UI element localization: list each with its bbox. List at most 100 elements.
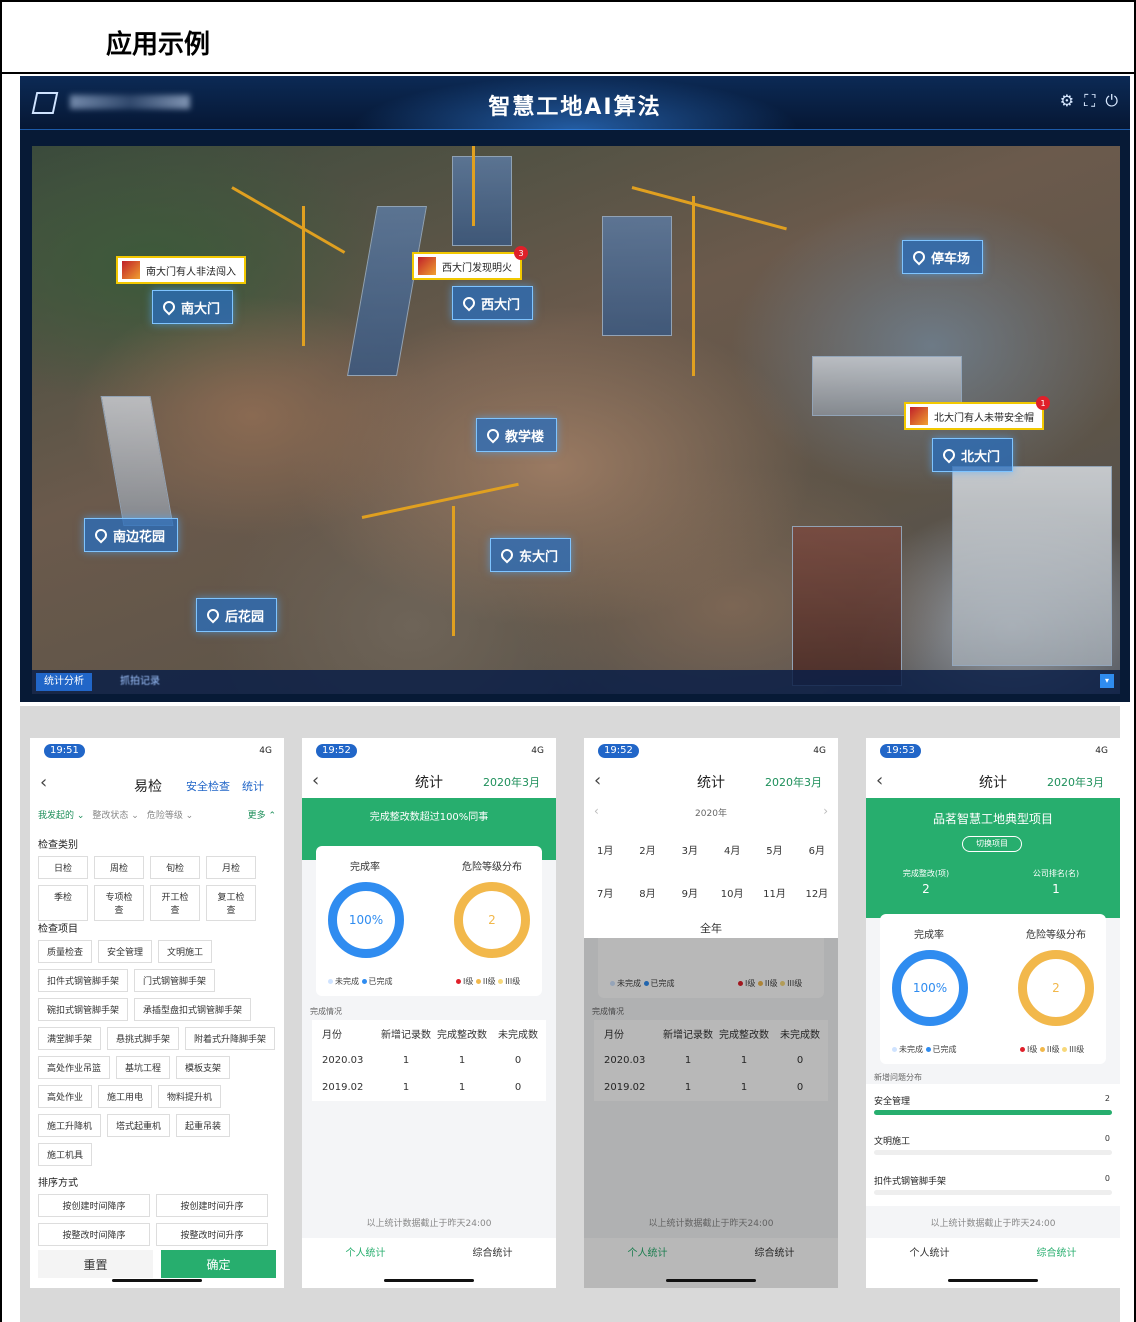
chip[interactable]: 安全管理 [98,940,153,963]
alert-popup[interactable]: 北大门有人未带安全帽 1 [904,396,1050,430]
logout-icon[interactable]: ⏻ [1105,92,1118,110]
location-pin[interactable]: 停车场 [902,240,984,274]
project-name: 品茗智慧工地典型项目 [932,812,1053,826]
chip[interactable]: 专项检查 [94,885,144,921]
progress-bar [874,1110,1112,1115]
section-completion: 完成情况 [310,1007,342,1016]
rate-label: 完成率 [914,930,944,941]
building [952,466,1112,666]
building [792,526,902,686]
pin-icon [940,446,958,464]
chip[interactable]: 塔式起重机 [107,1114,171,1137]
pin-label: 南边花园 [113,529,166,545]
chip[interactable]: 基坑工程 [116,1056,171,1079]
tab-captures[interactable]: 抓拍记录 [112,673,168,691]
month-cell[interactable]: 9月 [669,885,711,900]
location-pin[interactable]: 东大门 [490,538,572,572]
chip[interactable]: 高处作业 [38,1085,93,1108]
filter-status[interactable]: 整改状态 ⌄ [92,808,138,821]
chip[interactable]: 旬检 [150,856,200,879]
chip[interactable]: 扣件式钢管脚手架 [38,969,129,992]
location-pin[interactable]: 西大门 [452,286,534,320]
filter-initiated[interactable]: 我发起的 ⌄ [38,808,84,821]
section-distribution: 新增问题分布 [874,1073,922,1082]
chip[interactable]: 按创建时间升序 [156,1194,268,1217]
expand-icon[interactable]: ▾ [1100,674,1114,688]
chip[interactable]: 日检 [38,856,88,879]
chip[interactable]: 高处作业吊篮 [38,1056,111,1079]
month-picker[interactable]: 2020年3月 [1047,774,1104,790]
month-cell[interactable]: 10月 [711,885,753,900]
chip[interactable]: 施工升降机 [38,1114,102,1137]
month-cell[interactable]: 1月 [584,842,626,857]
chip[interactable]: 碗扣式钢管脚手架 [38,998,129,1021]
tab-stats[interactable]: 统计 [242,778,264,794]
chip[interactable]: 施工用电 [98,1085,153,1108]
month-cell[interactable]: 4月 [711,842,753,857]
dist-label: 危险等级分布 [1026,930,1086,941]
building [602,216,672,336]
chip[interactable]: 附着式升降脚手架 [185,1027,276,1050]
chip[interactable]: 按整改时间升序 [156,1223,268,1246]
bar-value: 2 [1104,1094,1110,1103]
chip[interactable]: 承插型盘扣式钢管脚手架 [134,998,252,1021]
all-year-option[interactable]: 全年 [584,920,838,936]
fullscreen-icon[interactable]: ⛶ [1084,92,1095,110]
chip[interactable]: 文明施工 [158,940,213,963]
building [100,396,174,526]
location-pin[interactable]: 后花园 [196,598,278,632]
section-items: 检查项目 [38,924,78,935]
filter-more[interactable]: 更多 ⌃ [248,808,276,821]
location-pin[interactable]: 教学楼 [476,418,558,452]
crane [692,196,695,376]
chip[interactable]: 季检 [38,885,88,921]
chip[interactable]: 按整改时间降序 [38,1223,150,1246]
tab-safety-check[interactable]: 安全检查 [186,778,230,794]
chip[interactable]: 门式钢管脚手架 [134,969,216,992]
month-cell[interactable]: 5月 [753,842,795,857]
settings-icon[interactable]: ⚙ [1060,92,1074,110]
month-picker[interactable]: 2020年3月 [765,774,822,790]
chip[interactable]: 满堂脚手架 [38,1027,102,1050]
month-cell[interactable]: 12月 [796,885,838,900]
sort-chips: 按创建时间降序 按创建时间升序 按整改时间降序 按整改时间升序 [38,1194,276,1246]
pin-icon [460,294,478,312]
tab-statistics[interactable]: 统计分析 [36,673,92,691]
chip[interactable]: 施工机具 [38,1143,93,1166]
month-cell[interactable]: 7月 [584,885,626,900]
reset-button[interactable]: 重置 [38,1250,153,1278]
pin-icon [160,298,178,316]
switch-project-button[interactable]: 切换项目 [962,836,1022,852]
back-icon[interactable]: ‹ [40,772,47,793]
confirm-button[interactable]: 确定 [161,1250,276,1278]
chip[interactable]: 月检 [206,856,256,879]
location-pin[interactable]: 北大门 [932,438,1014,472]
legend-level: I级 II级 III级 [456,976,520,987]
legend-completion: 未完成 已完成 [892,1044,957,1055]
chip[interactable]: 开工检查 [150,885,200,921]
month-picker[interactable]: 2020年3月 [483,774,540,790]
chip[interactable]: 悬挑式脚手架 [107,1027,180,1050]
location-pin[interactable]: 南边花园 [84,518,179,552]
chip[interactable]: 周检 [94,856,144,879]
alert-popup[interactable]: 西大门发现明火 3 [412,246,528,280]
month-cell[interactable]: 2月 [626,842,668,857]
chip[interactable]: 物料提升机 [158,1085,222,1108]
filter-level[interactable]: 危险等级 ⌄ [147,808,193,821]
pin-label: 东大门 [519,549,559,565]
alert-popup[interactable]: 南大门有人非法闯入 [116,256,246,284]
item-chips: 质量检查 安全管理 文明施工 扣件式钢管脚手架 门式钢管脚手架 碗扣式钢管脚手架… [38,940,276,1166]
chip[interactable]: 起重吊装 [176,1114,231,1137]
chip[interactable]: 模板支架 [176,1056,231,1079]
alert-badge: 1 [1036,396,1050,410]
heading-text: 应用示例 [106,30,211,60]
month-cell[interactable]: 11月 [753,885,795,900]
chip[interactable]: 复工检查 [206,885,256,921]
month-cell[interactable]: 8月 [626,885,668,900]
chip[interactable]: 按创建时间降序 [38,1194,150,1217]
next-year-icon[interactable]: › [823,804,828,818]
month-cell[interactable]: 3月 [669,842,711,857]
month-cell[interactable]: 6月 [796,842,838,857]
location-pin[interactable]: 南大门 [152,290,234,324]
chip[interactable]: 质量检查 [38,940,93,963]
